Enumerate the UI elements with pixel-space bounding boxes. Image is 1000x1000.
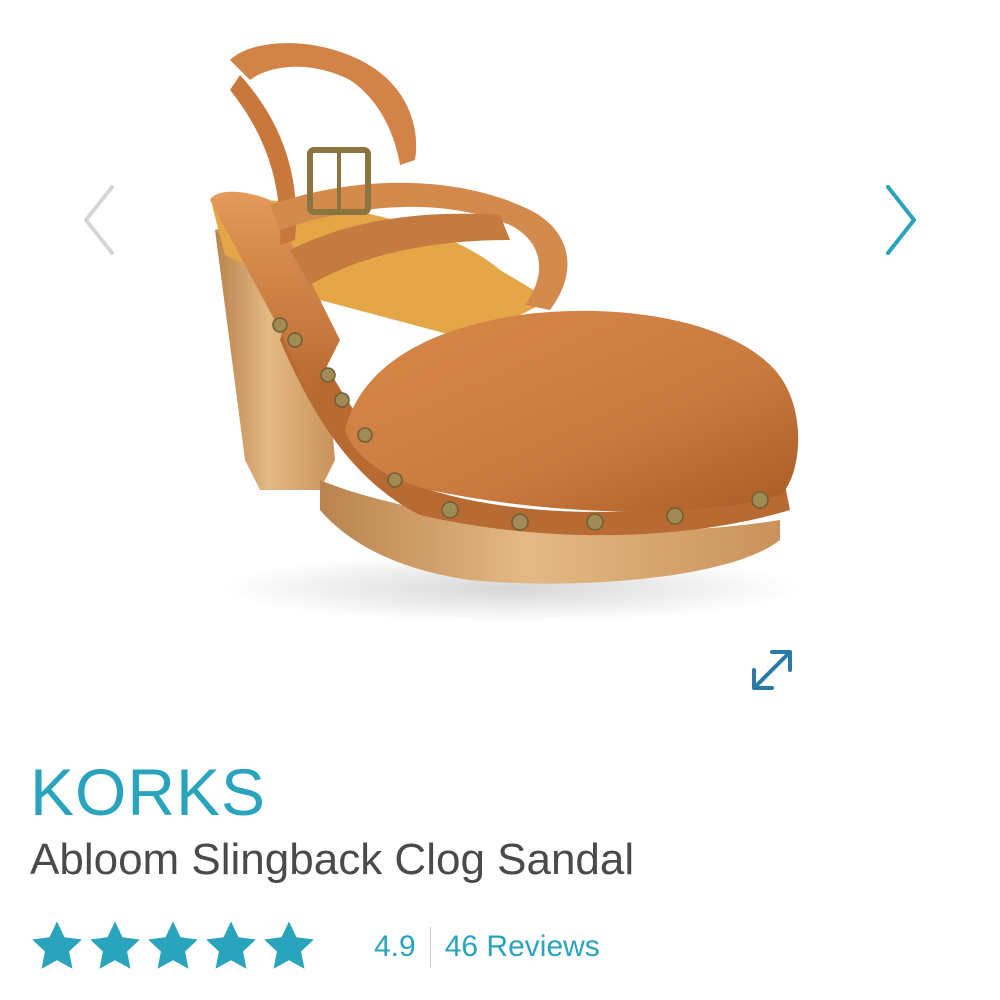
gallery-prev-button[interactable] [70, 175, 130, 265]
expand-icon [752, 650, 792, 690]
star-icon [32, 921, 82, 969]
rating-divider [429, 927, 431, 967]
gallery-next-button[interactable] [870, 175, 930, 265]
chevron-left-icon [84, 185, 114, 255]
reviews-link[interactable]: 46 Reviews [445, 930, 600, 964]
rating-value: 4.9 [374, 930, 416, 963]
brand-link[interactable]: KORKS [30, 752, 266, 832]
product-title: Abloom Slingback Clog Sandal [30, 835, 635, 884]
rating-summary: 4.9 46 Reviews [28, 915, 600, 979]
product-image-gallery [0, 0, 1000, 720]
product-image[interactable] [170, 40, 830, 660]
star-icon [148, 921, 198, 969]
star-rating[interactable] [28, 917, 318, 977]
clog-sandal-image [210, 43, 800, 622]
chevron-right-icon [886, 185, 916, 255]
star-icon [264, 921, 314, 969]
expand-image-button[interactable] [742, 640, 802, 700]
star-icon [90, 921, 140, 969]
star-icon [206, 921, 256, 969]
